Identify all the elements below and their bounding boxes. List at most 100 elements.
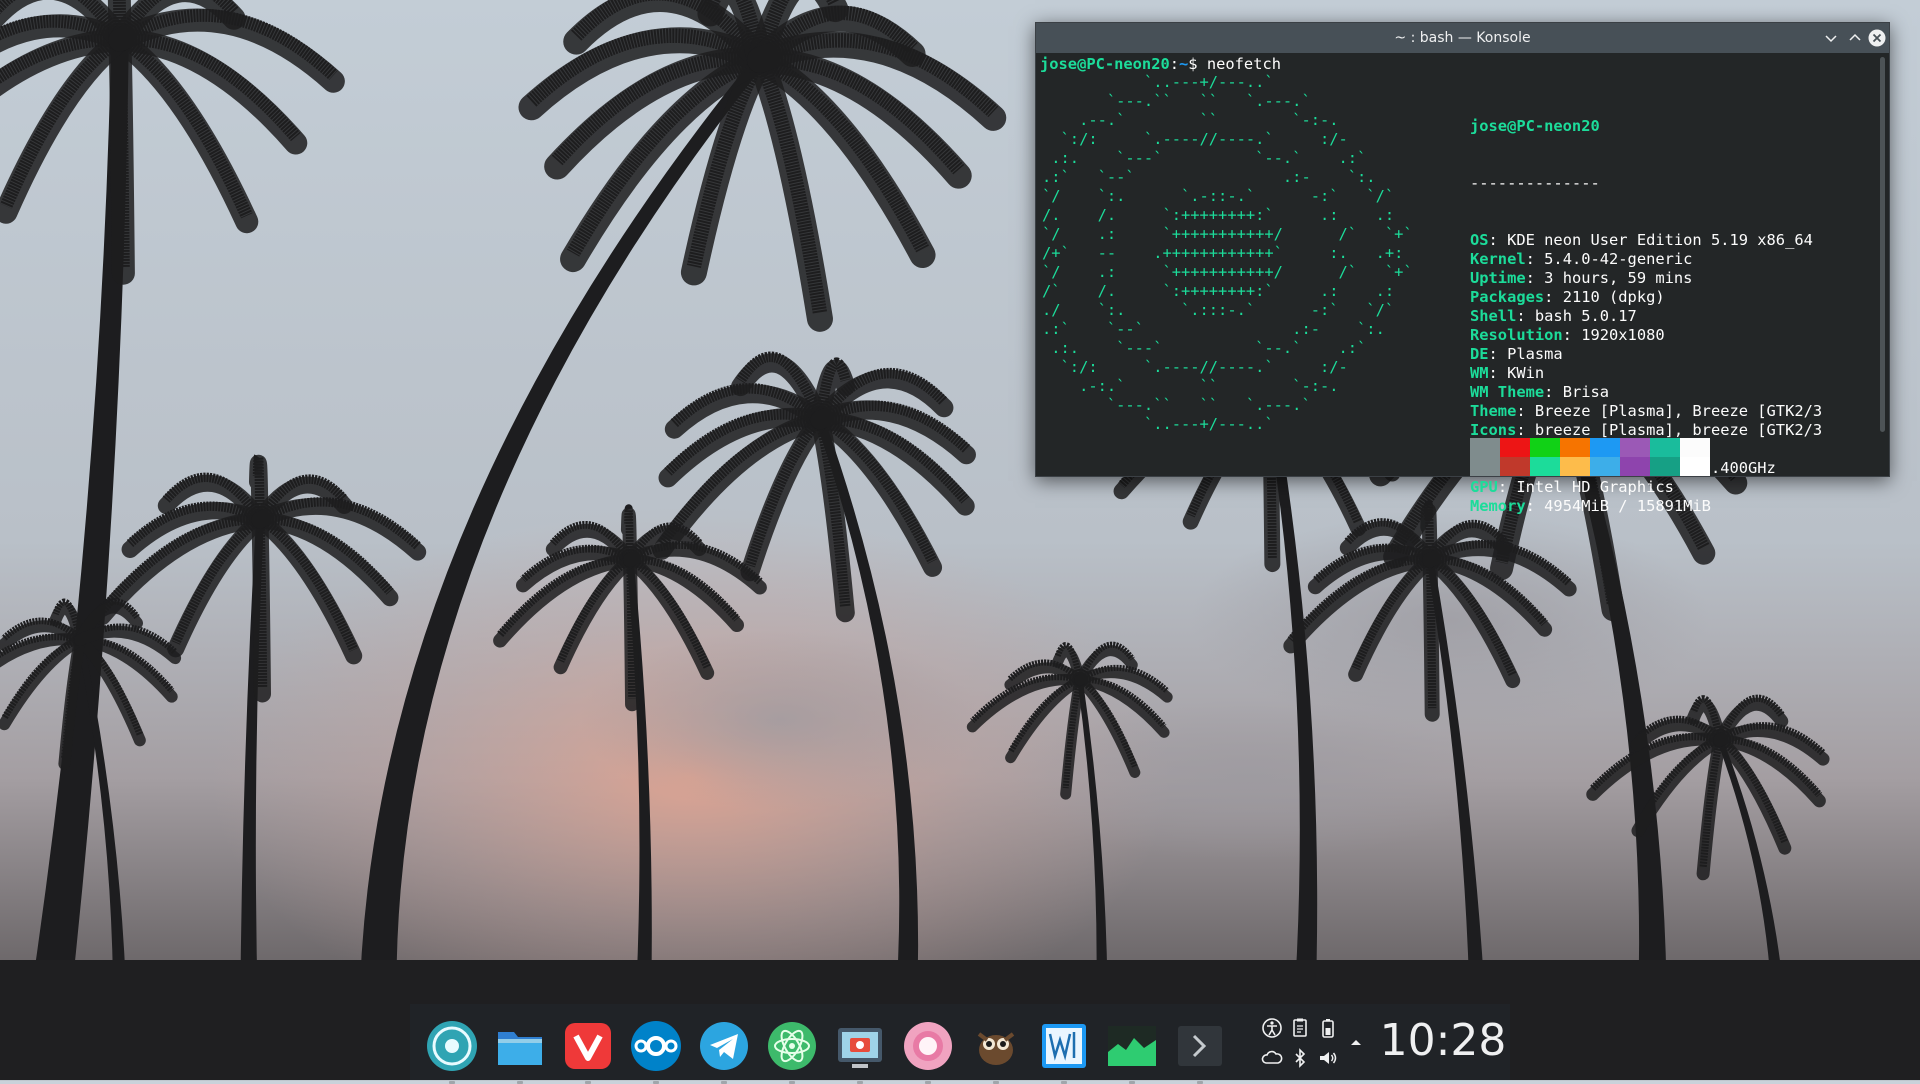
field-colon: : xyxy=(1516,402,1535,420)
field-colon: : xyxy=(1497,478,1517,496)
palette-swatch-top xyxy=(1590,438,1620,457)
screenshot-icon xyxy=(838,1028,882,1068)
field-value: 4954MiB / 15891MiB xyxy=(1544,497,1711,515)
field-key: Packages xyxy=(1470,288,1545,306)
field-key: DE xyxy=(1470,345,1489,363)
neofetch-field: Uptime: 3 hours, 59 mins xyxy=(1470,269,1822,288)
tray-accessibility-button[interactable] xyxy=(1260,1016,1284,1040)
palette-swatch-bottom xyxy=(1620,457,1650,476)
neofetch-field: Resolution: 1920x1080 xyxy=(1470,326,1822,345)
field-colon: : xyxy=(1525,250,1545,268)
chevron-down-icon xyxy=(1825,35,1837,43)
palm-frond xyxy=(251,511,272,703)
field-colon: : xyxy=(1544,288,1563,306)
neofetch-field: Memory: 4954MiB / 15891MiB xyxy=(1470,497,1822,516)
dock-app-screenshot[interactable] xyxy=(832,1018,888,1084)
tray-volume-button[interactable] xyxy=(1316,1046,1340,1070)
clipboard-icon xyxy=(1293,1018,1307,1037)
window-title: ~ : bash — Konsole xyxy=(1394,30,1531,46)
neofetch-field: Packages: 2110 (dpkg) xyxy=(1470,288,1822,307)
palette-swatch-bottom xyxy=(1530,457,1560,476)
dock-app-vivaldi[interactable] xyxy=(560,1018,616,1084)
field-key: Uptime xyxy=(1470,269,1526,287)
dock-app-folder[interactable] xyxy=(492,1018,548,1084)
neofetch-field: Theme: Breeze [Plasma], Breeze [GTK2/3 xyxy=(1470,402,1822,421)
dock-app-atom[interactable] xyxy=(764,1018,820,1084)
field-colon: : xyxy=(1488,364,1508,382)
terminal-area[interactable]: jose@PC-neon20:~$ neofetch `..---+/---..… xyxy=(1036,53,1877,515)
palm-frond xyxy=(1422,552,1440,722)
field-value: KWin xyxy=(1507,364,1545,382)
dock-app-telegram[interactable] xyxy=(696,1018,752,1084)
window-titlebar[interactable]: ~ : bash — Konsole xyxy=(1036,23,1889,53)
palette-swatch-top xyxy=(1620,438,1650,457)
dock-app-editor[interactable] xyxy=(1036,1018,1092,1084)
field-value: KDE neon User Edition 5.19 x86_64 xyxy=(1507,231,1813,249)
neofetch-field: Kernel: 5.4.0-42-generic xyxy=(1470,250,1822,269)
tray-battery-button[interactable] xyxy=(1316,1016,1340,1040)
field-value: Plasma xyxy=(1507,345,1563,363)
neofetch-ascii-logo: `..---+/---..` `---.`` `` `.---.` .--.` … xyxy=(1042,73,1413,433)
palette-swatch-top xyxy=(1680,438,1710,457)
field-colon: : xyxy=(1516,307,1535,325)
prompt-user: jose@PC-neon20 xyxy=(1040,55,1170,73)
neofetch-field: Shell: bash 5.0.17 xyxy=(1470,307,1822,326)
tray-cloud-button[interactable] xyxy=(1260,1046,1284,1070)
maximize-button[interactable] xyxy=(1845,28,1865,48)
dock-app-nextcloud[interactable] xyxy=(628,1018,684,1084)
palette-swatch-top xyxy=(1500,438,1530,457)
field-colon: : xyxy=(1544,383,1563,401)
bluetooth-icon xyxy=(1295,1048,1306,1068)
field-key: OS xyxy=(1470,231,1489,249)
palm-frond xyxy=(623,553,640,712)
mascot-icon xyxy=(977,1032,1015,1065)
field-colon: : xyxy=(1516,421,1535,439)
chevron-up-icon xyxy=(1849,33,1861,41)
konsole-icon xyxy=(1178,1026,1222,1066)
cloud-icon xyxy=(1261,1050,1283,1064)
konsole-window[interactable]: ~ : bash — Konsole jose@PC-neon20:~$ neo… xyxy=(1035,22,1890,515)
close-button[interactable] xyxy=(1867,28,1887,48)
field-value: breeze [Plasma], breeze [GTK2/3 xyxy=(1534,421,1823,439)
minimize-button[interactable] xyxy=(1821,28,1841,48)
digital-clock[interactable]: 10:28 xyxy=(1378,1016,1508,1066)
prompt-path: ~ xyxy=(1179,55,1189,73)
expand-arrow-icon xyxy=(1351,1040,1361,1045)
dock-app-discover[interactable] xyxy=(424,1018,480,1084)
terminal-scrollbar[interactable] xyxy=(1880,57,1885,432)
neofetch-info: jose@PC-neon20 -------------- OS: KDE ne… xyxy=(1470,79,1822,554)
prompt-line: jose@PC-neon20:~$ neofetch xyxy=(1040,55,1873,74)
tray-bluetooth-button[interactable] xyxy=(1288,1046,1312,1070)
editor-icon xyxy=(1042,1024,1086,1068)
field-key: Memory xyxy=(1470,497,1526,515)
palette-swatch-bottom xyxy=(1650,457,1680,476)
palette-swatch-top xyxy=(1650,438,1680,457)
prompt-colon: : xyxy=(1169,55,1180,73)
field-value: 2110 (dpkg) xyxy=(1562,288,1665,306)
atom-icon xyxy=(768,1022,816,1070)
vivaldi-icon xyxy=(565,1023,611,1069)
taskbar-dock: 10:28 xyxy=(410,1004,1510,1084)
dock-app-konsole[interactable] xyxy=(1172,1018,1228,1084)
prompt-symbol: $ xyxy=(1188,55,1198,73)
palette-swatch-bottom xyxy=(1470,457,1500,476)
dock-app-system-monitor[interactable] xyxy=(1104,1018,1160,1084)
field-value: Breeze [Plasma], Breeze [GTK2/3 xyxy=(1534,402,1823,420)
field-key: Shell xyxy=(1470,307,1517,325)
dock-app-mascot[interactable] xyxy=(968,1018,1024,1084)
tray-expand-arrow-button[interactable] xyxy=(1344,1031,1368,1055)
field-key: Icons xyxy=(1470,421,1517,439)
field-colon: : xyxy=(1562,326,1582,344)
tray-clipboard-button[interactable] xyxy=(1288,1016,1312,1040)
dock-app-media[interactable] xyxy=(900,1018,956,1084)
prompt-command: neofetch xyxy=(1206,55,1281,73)
discover-icon xyxy=(427,1021,477,1071)
nextcloud-icon xyxy=(631,1021,681,1071)
media-icon xyxy=(904,1022,952,1070)
neofetch-header: jose@PC-neon20 xyxy=(1470,117,1600,135)
field-key: WM xyxy=(1470,364,1489,382)
field-value: 1920x1080 xyxy=(1581,326,1665,344)
palette-swatch-bottom xyxy=(1560,457,1590,476)
palette-swatch-bottom xyxy=(1500,457,1530,476)
palette-swatch-top xyxy=(1530,438,1560,457)
